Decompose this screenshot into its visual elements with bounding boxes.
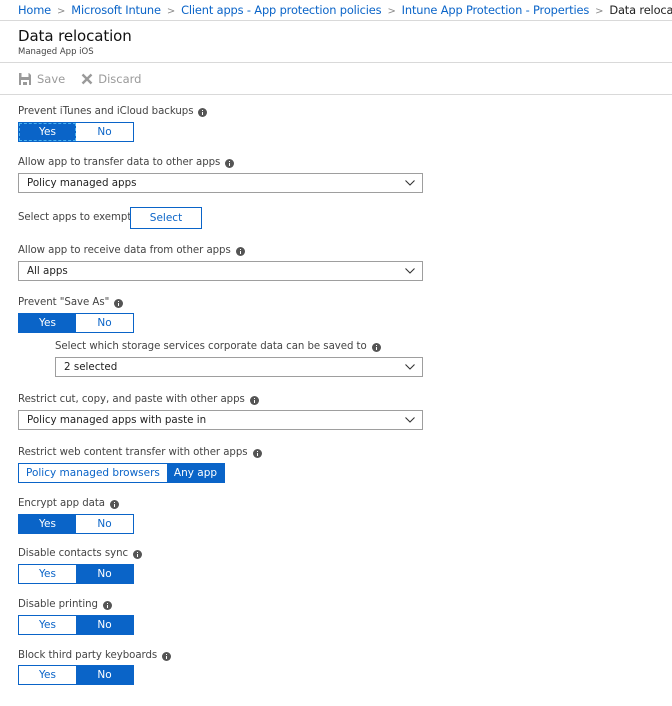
- prevent-backups-toggle: Yes No: [18, 122, 134, 142]
- save-icon: [19, 72, 31, 85]
- third-party-keyboards-toggle: Yes No: [18, 665, 134, 685]
- cut-copy-paste-value: Policy managed apps with paste in: [27, 414, 207, 426]
- receive-data-dropdown[interactable]: All apps: [18, 261, 423, 281]
- breadcrumb-separator: >: [166, 6, 176, 17]
- cut-copy-paste-dropdown[interactable]: Policy managed apps with paste in: [18, 410, 423, 430]
- contacts-sync-label: Disable contacts sync: [18, 547, 143, 561]
- toolbar: Save Discard: [0, 63, 672, 95]
- encrypt-data-label: Encrypt app data: [18, 497, 119, 511]
- storage-services-dropdown[interactable]: 2 selected: [55, 357, 423, 377]
- encrypt-data-label-text: Encrypt app data: [18, 498, 105, 509]
- info-icon[interactable]: [225, 158, 235, 168]
- save-label: Save: [37, 71, 66, 86]
- transfer-data-value: Policy managed apps: [27, 177, 137, 189]
- breadcrumb-client-apps[interactable]: Client apps - App protection policies: [181, 3, 382, 17]
- breadcrumb-home[interactable]: Home: [18, 3, 51, 17]
- breadcrumb-separator: >: [595, 6, 604, 17]
- web-content-toggle: Policy managed browsers Any app: [18, 463, 226, 483]
- printing-yes[interactable]: Yes: [19, 616, 76, 634]
- third-party-keyboards-label-text: Block third party keyboards: [18, 650, 158, 661]
- third-party-keyboards-yes[interactable]: Yes: [19, 666, 76, 684]
- contacts-sync-yes[interactable]: Yes: [19, 565, 76, 583]
- encrypt-data-yes[interactable]: Yes: [19, 515, 76, 533]
- prevent-backups-yes[interactable]: Yes: [19, 123, 76, 141]
- contacts-sync-toggle: Yes No: [18, 564, 134, 584]
- prevent-save-as-label: Prevent "Save As": [18, 296, 124, 310]
- breadcrumb: Home > Microsoft Intune > Client apps - App …: [0, 0, 672, 21]
- info-icon[interactable]: [102, 600, 112, 610]
- page-title: Data relocation: [18, 27, 132, 45]
- third-party-keyboards-no[interactable]: No: [76, 666, 133, 684]
- prevent-save-as-label-text: Prevent "Save As": [18, 297, 110, 308]
- cut-copy-paste-label-text: Restrict cut, copy, and paste with other…: [18, 394, 245, 405]
- info-icon[interactable]: [162, 651, 172, 661]
- prevent-backups-label: Prevent iTunes and iCloud backups: [18, 105, 208, 119]
- cut-copy-paste-label: Restrict cut, copy, and paste with other…: [18, 393, 259, 407]
- storage-services-label-text: Select which storage services corporate …: [55, 341, 367, 352]
- transfer-data-dropdown[interactable]: Policy managed apps: [18, 173, 423, 193]
- info-icon[interactable]: [371, 342, 381, 352]
- exempt-apps-label: Select apps to exempt: [18, 211, 131, 225]
- save-button[interactable]: Save: [18, 72, 65, 86]
- prevent-backups-label-text: Prevent iTunes and iCloud backups: [18, 106, 194, 117]
- web-content-label-text: Restrict web content transfer with other…: [18, 447, 248, 458]
- web-content-any-app[interactable]: Any app: [166, 464, 225, 482]
- receive-data-label-text: Allow app to receive data from other app…: [18, 245, 231, 256]
- prevent-backups-no[interactable]: No: [76, 123, 133, 141]
- prevent-save-as-yes[interactable]: Yes: [19, 314, 76, 332]
- contacts-sync-label-text: Disable contacts sync: [18, 548, 129, 559]
- prevent-save-as-toggle: Yes No: [18, 313, 134, 333]
- chevron-down-icon: [405, 180, 415, 186]
- encrypt-data-no[interactable]: No: [76, 515, 133, 533]
- printing-label: Disable printing: [18, 598, 112, 612]
- printing-label-text: Disable printing: [18, 599, 98, 610]
- info-icon[interactable]: [235, 246, 245, 256]
- chevron-down-icon: [405, 417, 415, 423]
- encrypt-data-toggle: Yes No: [18, 514, 134, 534]
- third-party-keyboards-label: Block third party keyboards: [18, 649, 172, 663]
- discard-button[interactable]: Discard: [81, 72, 141, 86]
- info-icon[interactable]: [114, 298, 124, 308]
- info-icon[interactable]: [109, 499, 119, 509]
- breadcrumb-current: Data relocation: [609, 3, 672, 17]
- exempt-apps-label-text: Select apps to exempt: [18, 212, 132, 223]
- storage-services-value: 2 selected: [64, 361, 118, 373]
- breadcrumb-properties[interactable]: Intune App Protection - Properties: [402, 3, 590, 17]
- info-icon[interactable]: [249, 395, 259, 405]
- transfer-data-label: Allow app to transfer data to other apps: [18, 156, 235, 170]
- transfer-data-label-text: Allow app to transfer data to other apps: [18, 157, 221, 168]
- chevron-down-icon: [405, 364, 415, 370]
- receive-data-label: Allow app to receive data from other app…: [18, 244, 245, 258]
- web-content-policy-managed-browsers[interactable]: Policy managed browsers: [19, 464, 167, 482]
- web-content-label: Restrict web content transfer with other…: [18, 446, 262, 460]
- page-subtitle: Managed App iOS: [18, 47, 94, 57]
- discard-label: Discard: [98, 71, 142, 86]
- info-icon[interactable]: [133, 549, 143, 559]
- storage-services-label: Select which storage services corporate …: [55, 340, 381, 354]
- breadcrumb-microsoft-intune[interactable]: Microsoft Intune: [71, 3, 161, 17]
- select-exempt-apps-button[interactable]: Select: [130, 207, 202, 229]
- info-icon[interactable]: [198, 107, 208, 117]
- contacts-sync-no[interactable]: No: [76, 565, 133, 583]
- blade-header: Data relocation Managed App iOS: [0, 22, 672, 63]
- chevron-down-icon: [405, 268, 415, 274]
- prevent-save-as-no[interactable]: No: [76, 314, 133, 332]
- receive-data-value: All apps: [27, 265, 68, 277]
- printing-no[interactable]: No: [76, 616, 133, 634]
- close-icon: [81, 73, 93, 84]
- breadcrumb-separator: >: [57, 6, 66, 17]
- printing-toggle: Yes No: [18, 615, 134, 635]
- breadcrumb-separator: >: [387, 6, 396, 17]
- info-icon[interactable]: [252, 448, 262, 458]
